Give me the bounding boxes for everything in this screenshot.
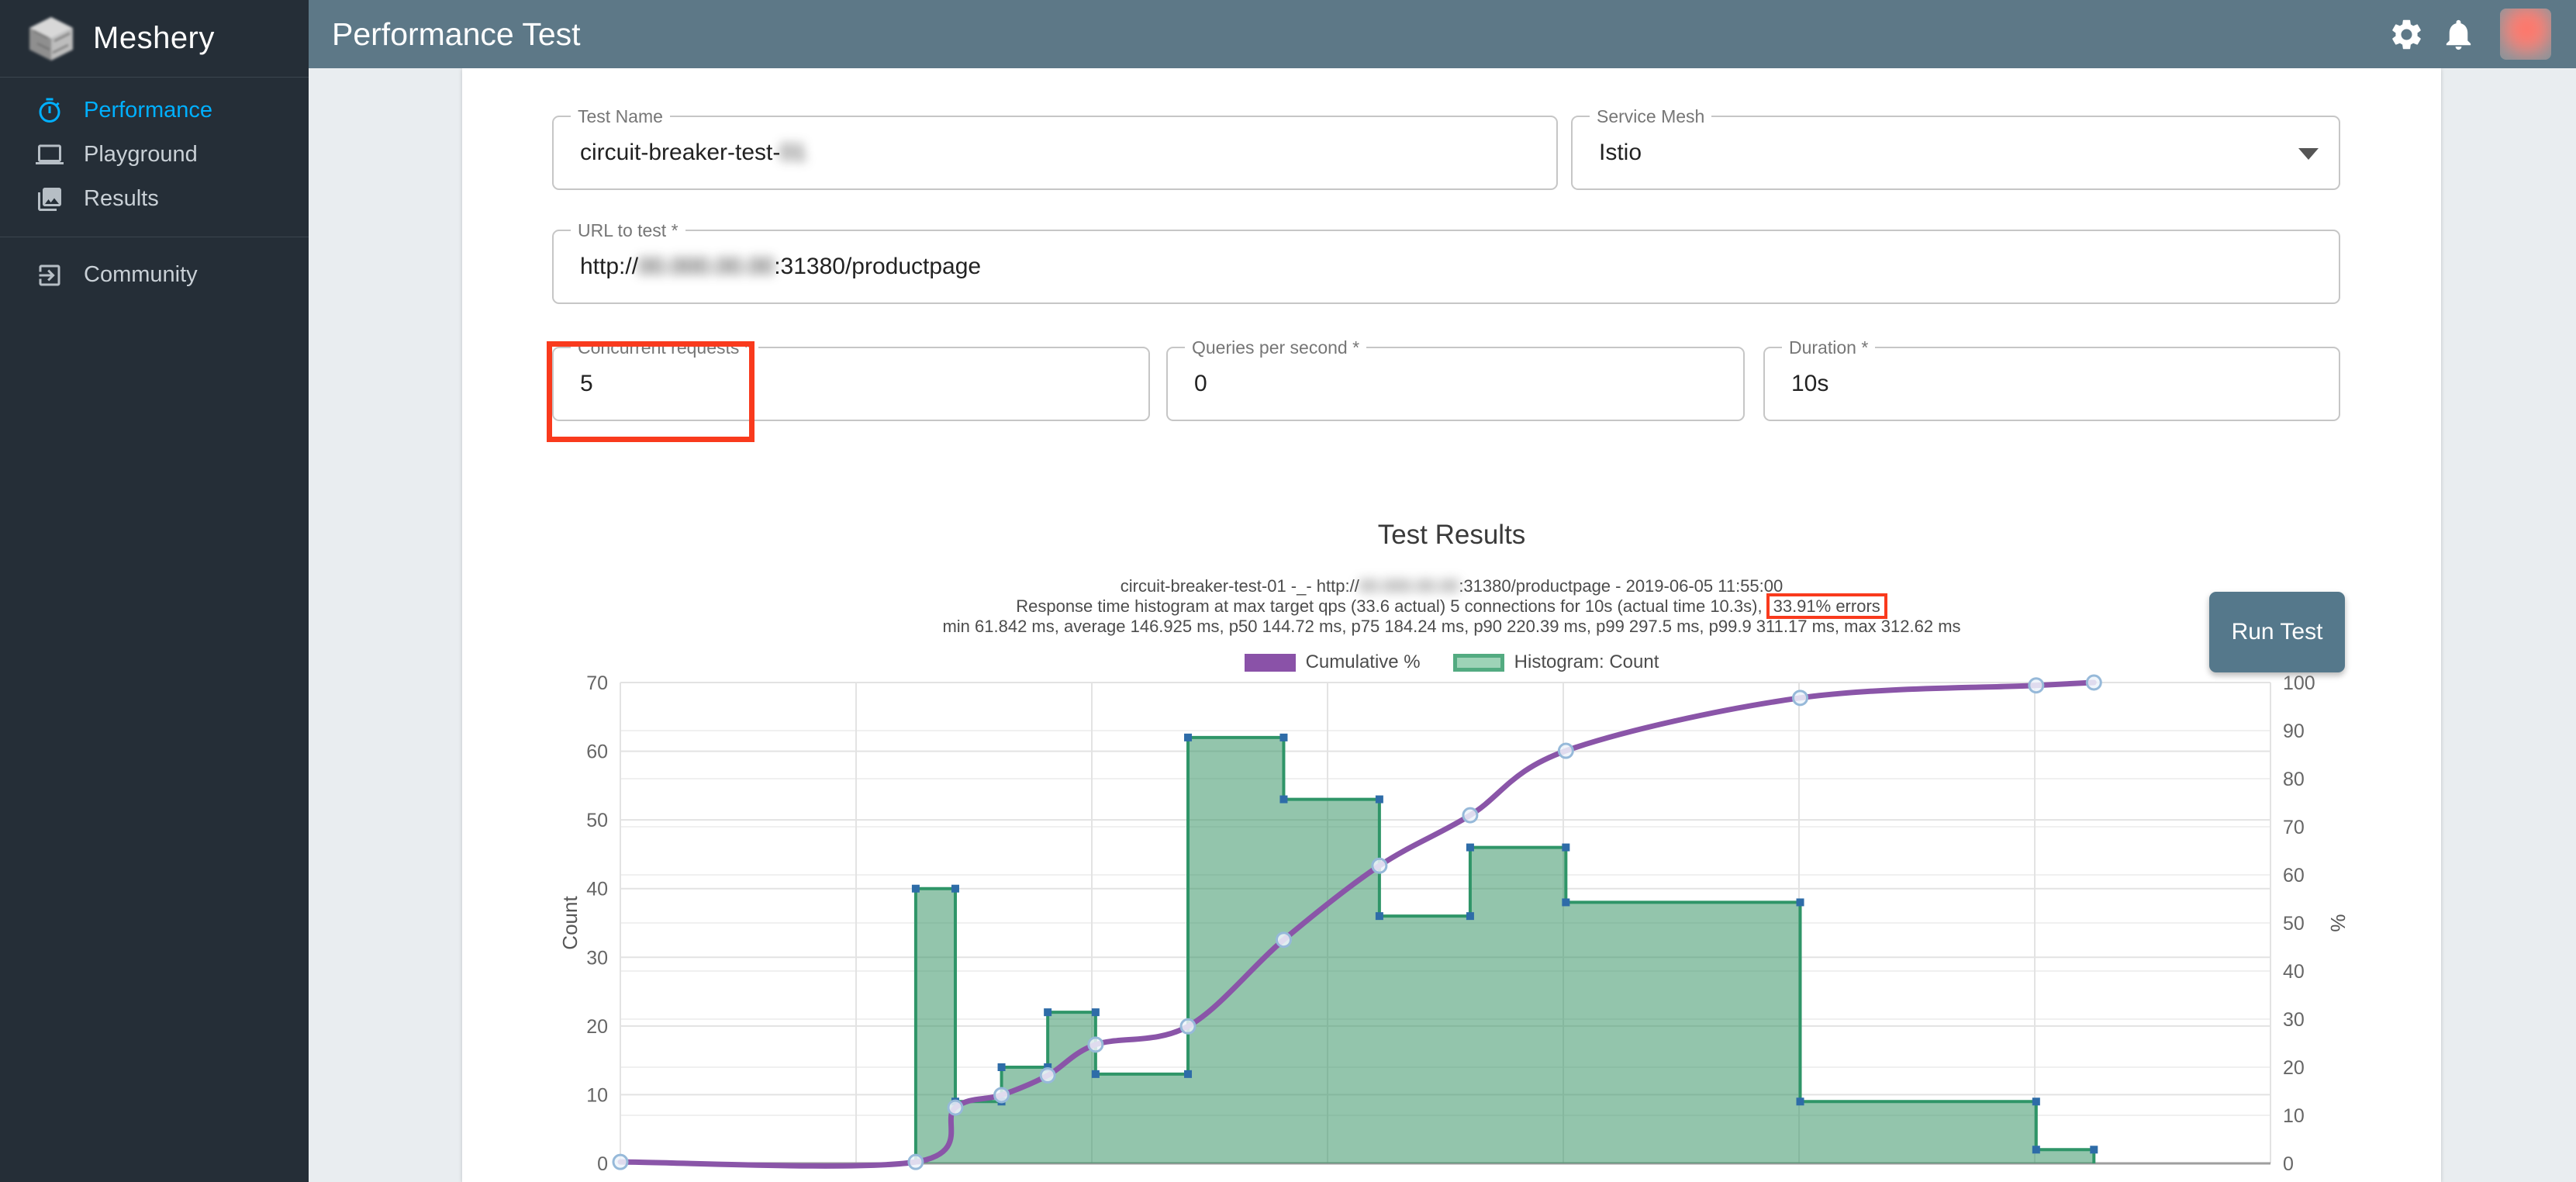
- svg-text:80: 80: [2283, 769, 2305, 790]
- svg-text:20: 20: [2283, 1057, 2305, 1079]
- svg-text:70: 70: [586, 672, 608, 694]
- results-line-2: Response time histogram at max target qp…: [462, 596, 2441, 616]
- svg-text:10: 10: [586, 1084, 608, 1106]
- concurrent-requests-value: 5: [580, 371, 593, 397]
- svg-text:100: 100: [2283, 672, 2315, 694]
- sidebar: Meshery Performance Playground Results C…: [0, 0, 309, 1182]
- svg-text:10: 10: [2283, 1105, 2305, 1127]
- test-name-value-blurred: 01: [780, 140, 806, 166]
- duration-field[interactable]: Duration * 10s: [1763, 347, 2340, 421]
- exit-to-app-icon: [36, 261, 64, 289]
- svg-text:40: 40: [586, 879, 608, 900]
- service-mesh-label: Service Mesh: [1590, 106, 1711, 127]
- svg-text:0: 0: [597, 1153, 608, 1175]
- svg-text:60: 60: [2283, 865, 2305, 886]
- stopwatch-icon: [36, 97, 64, 125]
- sidebar-item-label: Playground: [84, 142, 198, 168]
- concurrent-requests-label: Concurrent requests *: [571, 337, 758, 358]
- svg-text:70: 70: [2283, 817, 2305, 838]
- svg-text:60: 60: [586, 741, 608, 763]
- test-name-field[interactable]: Test Name circuit-breaker-test-01: [552, 116, 1558, 190]
- results-summary: circuit-breaker-test-01 -_- http://00.00…: [462, 576, 2441, 637]
- svg-text:%: %: [2326, 914, 2350, 931]
- brand[interactable]: Meshery: [0, 0, 309, 78]
- duration-value: 10s: [1791, 371, 1828, 397]
- service-mesh-select[interactable]: Service Mesh Istio: [1571, 116, 2340, 190]
- url-field[interactable]: URL to test * http://00.000.00.00:31380/…: [552, 230, 2340, 304]
- url-label: URL to test *: [571, 220, 685, 241]
- svg-text:0: 0: [2283, 1153, 2294, 1175]
- url-value-prefix: http://: [580, 254, 638, 280]
- svg-text:20: 20: [586, 1016, 608, 1038]
- svg-text:90: 90: [2283, 721, 2305, 742]
- sidebar-nav: Performance Playground Results Community: [0, 78, 309, 297]
- service-mesh-value: Istio: [1599, 140, 1642, 166]
- avatar-blurred-image: [2500, 9, 2551, 60]
- sidebar-item-performance[interactable]: Performance: [0, 88, 309, 133]
- sidebar-item-playground[interactable]: Playground: [0, 133, 309, 177]
- settings-gear-icon[interactable]: [2388, 16, 2425, 53]
- svg-text:50: 50: [586, 810, 608, 831]
- qps-field[interactable]: Queries per second * 0: [1166, 347, 1745, 421]
- sidebar-item-label: Community: [84, 262, 198, 288]
- sidebar-item-label: Results: [84, 186, 159, 212]
- meshery-logo-icon: [26, 16, 76, 62]
- page-title: Performance Test: [332, 16, 581, 53]
- duration-label: Duration *: [1782, 337, 1875, 358]
- qps-value: 0: [1194, 371, 1207, 397]
- app-header: Performance Test: [309, 0, 2576, 68]
- error-rate-highlight: 33.91% errors: [1766, 593, 1887, 619]
- results-collections-icon: [36, 185, 64, 213]
- qps-label: Queries per second *: [1185, 337, 1366, 358]
- sidebar-item-community[interactable]: Community: [0, 253, 309, 297]
- results-line1-blurred: 00.000.00.00: [1359, 576, 1459, 596]
- sidebar-item-label: Performance: [84, 98, 212, 123]
- notifications-bell-icon[interactable]: [2440, 16, 2477, 53]
- results-histogram-chart: 7060504030201001009080706050403020100Cou…: [462, 667, 2441, 1182]
- results-title: Test Results: [462, 520, 2441, 551]
- laptop-icon: [36, 141, 64, 169]
- svg-text:40: 40: [2283, 961, 2305, 983]
- performance-test-card: Test Name circuit-breaker-test-01 Servic…: [462, 68, 2441, 1182]
- chevron-down-icon[interactable]: [2298, 148, 2319, 160]
- url-value-suffix: :31380/productpage: [774, 254, 981, 280]
- results-line-3: min 61.842 ms, average 146.925 ms, p50 1…: [462, 617, 2441, 636]
- svg-text:50: 50: [2283, 913, 2305, 935]
- url-value-blurred: 00.000.00.00: [638, 254, 774, 280]
- svg-text:30: 30: [2283, 1009, 2305, 1031]
- main-content: Test Name circuit-breaker-test-01 Servic…: [309, 68, 2576, 1182]
- results-line-1: circuit-breaker-test-01 -_- http://00.00…: [462, 576, 2441, 596]
- concurrent-requests-field[interactable]: Concurrent requests * 5: [552, 347, 1150, 421]
- test-name-label: Test Name: [571, 106, 670, 127]
- test-name-value: circuit-breaker-test-: [580, 140, 780, 166]
- svg-text:30: 30: [586, 947, 608, 969]
- svg-text:Count: Count: [558, 896, 582, 950]
- user-avatar[interactable]: [2500, 9, 2551, 60]
- brand-name: Meshery: [93, 21, 215, 56]
- sidebar-item-results[interactable]: Results: [0, 177, 309, 221]
- meshery-app: { "sidebar": { "brand": "Meshery", "item…: [0, 0, 2576, 1182]
